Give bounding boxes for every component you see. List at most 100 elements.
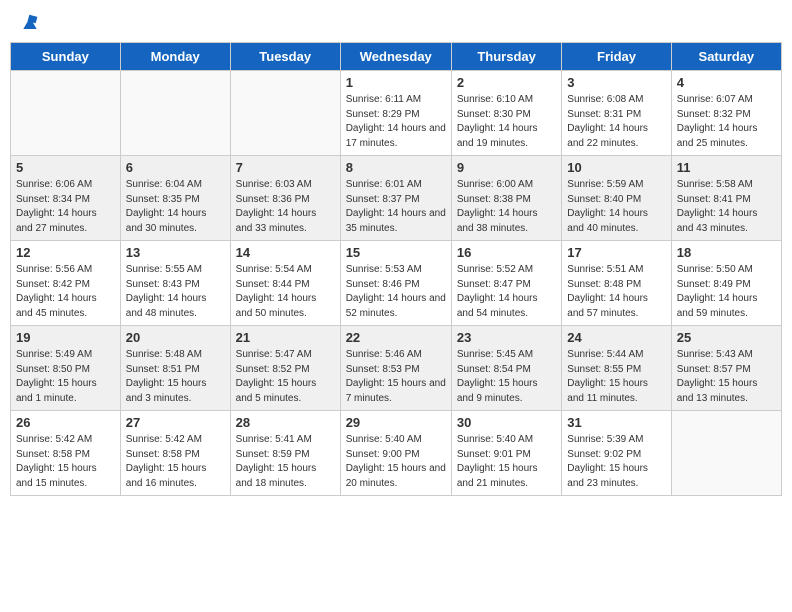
day-header-sunday: Sunday <box>11 43 121 71</box>
logo <box>18 14 40 30</box>
day-info: Sunrise: 6:01 AM Sunset: 8:37 PM Dayligh… <box>346 178 446 236</box>
calendar-week-3: 12 Sunrise: 5:56 AM Sunset: 8:42 PM Dayli… <box>11 241 782 326</box>
day-number: 26 <box>16 415 115 430</box>
day-info: Sunrise: 5:52 AM Sunset: 8:47 PM Dayligh… <box>457 263 556 321</box>
calendar-header-row: SundayMondayTuesdayWednesdayThursdayFrid… <box>11 43 782 71</box>
day-number: 22 <box>346 330 446 345</box>
calendar-cell: 5 Sunrise: 6:06 AM Sunset: 8:34 PM Daylig… <box>11 156 121 241</box>
calendar-week-4: 19Sunrise: 5:49 AM Sunset: 8:50 PM Dayli… <box>11 326 782 411</box>
calendar-cell: 29 Sunrise: 5:40 AM Sunset: 9:00 PM Dayli… <box>340 411 451 496</box>
day-number: 10 <box>567 160 665 175</box>
day-number: 2 <box>457 75 556 90</box>
day-info: Sunrise: 5:40 AM Sunset: 9:01 PM Dayligh… <box>457 433 556 491</box>
day-number: 3 <box>567 75 665 90</box>
day-header-monday: Monday <box>120 43 230 71</box>
day-info: Sunrise: 5:43 AM Sunset: 8:57 PM Dayligh… <box>677 348 776 406</box>
calendar-cell: 22Sunrise: 5:46 AM Sunset: 8:53 PM Dayli… <box>340 326 451 411</box>
calendar-cell: 19Sunrise: 5:49 AM Sunset: 8:50 PM Dayli… <box>11 326 121 411</box>
day-number: 4 <box>677 75 776 90</box>
day-info: Sunrise: 5:49 AM Sunset: 8:50 PM Dayligh… <box>16 348 115 406</box>
day-number: 11 <box>677 160 776 175</box>
calendar-cell: 13 Sunrise: 5:55 AM Sunset: 8:43 PM Dayli… <box>120 241 230 326</box>
page-header <box>10 10 782 34</box>
calendar-cell: 26 Sunrise: 5:42 AM Sunset: 8:58 PM Dayli… <box>11 411 121 496</box>
day-info: Sunrise: 5:44 AM Sunset: 8:55 PM Dayligh… <box>567 348 665 406</box>
calendar-cell: 15Sunrise: 5:53 AM Sunset: 8:46 PM Dayli… <box>340 241 451 326</box>
day-info: Sunrise: 5:40 AM Sunset: 9:00 PM Dayligh… <box>346 433 446 491</box>
day-info: Sunrise: 5:56 AM Sunset: 8:42 PM Dayligh… <box>16 263 115 321</box>
day-number: 5 <box>16 160 115 175</box>
day-number: 20 <box>126 330 225 345</box>
day-number: 6 <box>126 160 225 175</box>
calendar-cell: 1Sunrise: 6:11 AM Sunset: 8:29 PM Daylig… <box>340 71 451 156</box>
calendar-table: SundayMondayTuesdayWednesdayThursdayFrid… <box>10 42 782 496</box>
day-number: 1 <box>346 75 446 90</box>
calendar-cell: 23 Sunrise: 5:45 AM Sunset: 8:54 PM Dayli… <box>451 326 561 411</box>
calendar-cell: 17Sunrise: 5:51 AM Sunset: 8:48 PM Dayli… <box>562 241 671 326</box>
day-number: 29 <box>346 415 446 430</box>
calendar-cell <box>120 71 230 156</box>
calendar-cell: 10 Sunrise: 5:59 AM Sunset: 8:40 PM Dayli… <box>562 156 671 241</box>
calendar-cell: 8 Sunrise: 6:01 AM Sunset: 8:37 PM Daylig… <box>340 156 451 241</box>
calendar-cell: 2 Sunrise: 6:10 AM Sunset: 8:30 PM Daylig… <box>451 71 561 156</box>
calendar-cell: 25 Sunrise: 5:43 AM Sunset: 8:57 PM Dayli… <box>671 326 781 411</box>
calendar-cell: 16 Sunrise: 5:52 AM Sunset: 8:47 PM Dayli… <box>451 241 561 326</box>
day-number: 17 <box>567 245 665 260</box>
day-info: Sunrise: 5:55 AM Sunset: 8:43 PM Dayligh… <box>126 263 225 321</box>
day-info: Sunrise: 6:03 AM Sunset: 8:36 PM Dayligh… <box>236 178 335 236</box>
day-number: 12 <box>16 245 115 260</box>
day-number: 13 <box>126 245 225 260</box>
calendar-cell: 24 Sunrise: 5:44 AM Sunset: 8:55 PM Dayli… <box>562 326 671 411</box>
day-info: Sunrise: 5:58 AM Sunset: 8:41 PM Dayligh… <box>677 178 776 236</box>
day-info: Sunrise: 5:47 AM Sunset: 8:52 PM Dayligh… <box>236 348 335 406</box>
calendar-week-2: 5 Sunrise: 6:06 AM Sunset: 8:34 PM Daylig… <box>11 156 782 241</box>
calendar-cell: 27Sunrise: 5:42 AM Sunset: 8:58 PM Dayli… <box>120 411 230 496</box>
day-number: 25 <box>677 330 776 345</box>
day-info: Sunrise: 6:00 AM Sunset: 8:38 PM Dayligh… <box>457 178 556 236</box>
day-info: Sunrise: 5:39 AM Sunset: 9:02 PM Dayligh… <box>567 433 665 491</box>
day-info: Sunrise: 6:07 AM Sunset: 8:32 PM Dayligh… <box>677 93 776 151</box>
day-number: 21 <box>236 330 335 345</box>
day-number: 30 <box>457 415 556 430</box>
day-number: 7 <box>236 160 335 175</box>
day-number: 8 <box>346 160 446 175</box>
day-header-friday: Friday <box>562 43 671 71</box>
logo-icon <box>20 14 40 34</box>
day-number: 16 <box>457 245 556 260</box>
calendar-cell: 31 Sunrise: 5:39 AM Sunset: 9:02 PM Dayli… <box>562 411 671 496</box>
day-info: Sunrise: 5:42 AM Sunset: 8:58 PM Dayligh… <box>16 433 115 491</box>
day-number: 31 <box>567 415 665 430</box>
calendar-cell: 14 Sunrise: 5:54 AM Sunset: 8:44 PM Dayli… <box>230 241 340 326</box>
calendar-cell: 20 Sunrise: 5:48 AM Sunset: 8:51 PM Dayli… <box>120 326 230 411</box>
calendar-cell: 7 Sunrise: 6:03 AM Sunset: 8:36 PM Daylig… <box>230 156 340 241</box>
day-number: 15 <box>346 245 446 260</box>
day-info: Sunrise: 5:48 AM Sunset: 8:51 PM Dayligh… <box>126 348 225 406</box>
calendar-week-5: 26 Sunrise: 5:42 AM Sunset: 8:58 PM Dayli… <box>11 411 782 496</box>
calendar-cell <box>671 411 781 496</box>
day-number: 24 <box>567 330 665 345</box>
calendar-cell: 11 Sunrise: 5:58 AM Sunset: 8:41 PM Dayli… <box>671 156 781 241</box>
calendar-cell: 3 Sunrise: 6:08 AM Sunset: 8:31 PM Daylig… <box>562 71 671 156</box>
day-number: 14 <box>236 245 335 260</box>
calendar-cell: 28 Sunrise: 5:41 AM Sunset: 8:59 PM Dayli… <box>230 411 340 496</box>
day-info: Sunrise: 5:54 AM Sunset: 8:44 PM Dayligh… <box>236 263 335 321</box>
day-info: Sunrise: 6:06 AM Sunset: 8:34 PM Dayligh… <box>16 178 115 236</box>
calendar-cell: 6 Sunrise: 6:04 AM Sunset: 8:35 PM Daylig… <box>120 156 230 241</box>
calendar-cell <box>11 71 121 156</box>
day-info: Sunrise: 6:04 AM Sunset: 8:35 PM Dayligh… <box>126 178 225 236</box>
day-info: Sunrise: 5:45 AM Sunset: 8:54 PM Dayligh… <box>457 348 556 406</box>
calendar-cell: 30 Sunrise: 5:40 AM Sunset: 9:01 PM Dayli… <box>451 411 561 496</box>
day-info: Sunrise: 5:59 AM Sunset: 8:40 PM Dayligh… <box>567 178 665 236</box>
day-header-tuesday: Tuesday <box>230 43 340 71</box>
calendar-cell: 9 Sunrise: 6:00 AM Sunset: 8:38 PM Daylig… <box>451 156 561 241</box>
calendar-cell: 18 Sunrise: 5:50 AM Sunset: 8:49 PM Dayli… <box>671 241 781 326</box>
day-header-thursday: Thursday <box>451 43 561 71</box>
day-number: 18 <box>677 245 776 260</box>
day-info: Sunrise: 6:10 AM Sunset: 8:30 PM Dayligh… <box>457 93 556 151</box>
day-info: Sunrise: 6:08 AM Sunset: 8:31 PM Dayligh… <box>567 93 665 151</box>
day-number: 9 <box>457 160 556 175</box>
day-info: Sunrise: 5:50 AM Sunset: 8:49 PM Dayligh… <box>677 263 776 321</box>
day-number: 28 <box>236 415 335 430</box>
day-info: Sunrise: 5:41 AM Sunset: 8:59 PM Dayligh… <box>236 433 335 491</box>
day-number: 23 <box>457 330 556 345</box>
